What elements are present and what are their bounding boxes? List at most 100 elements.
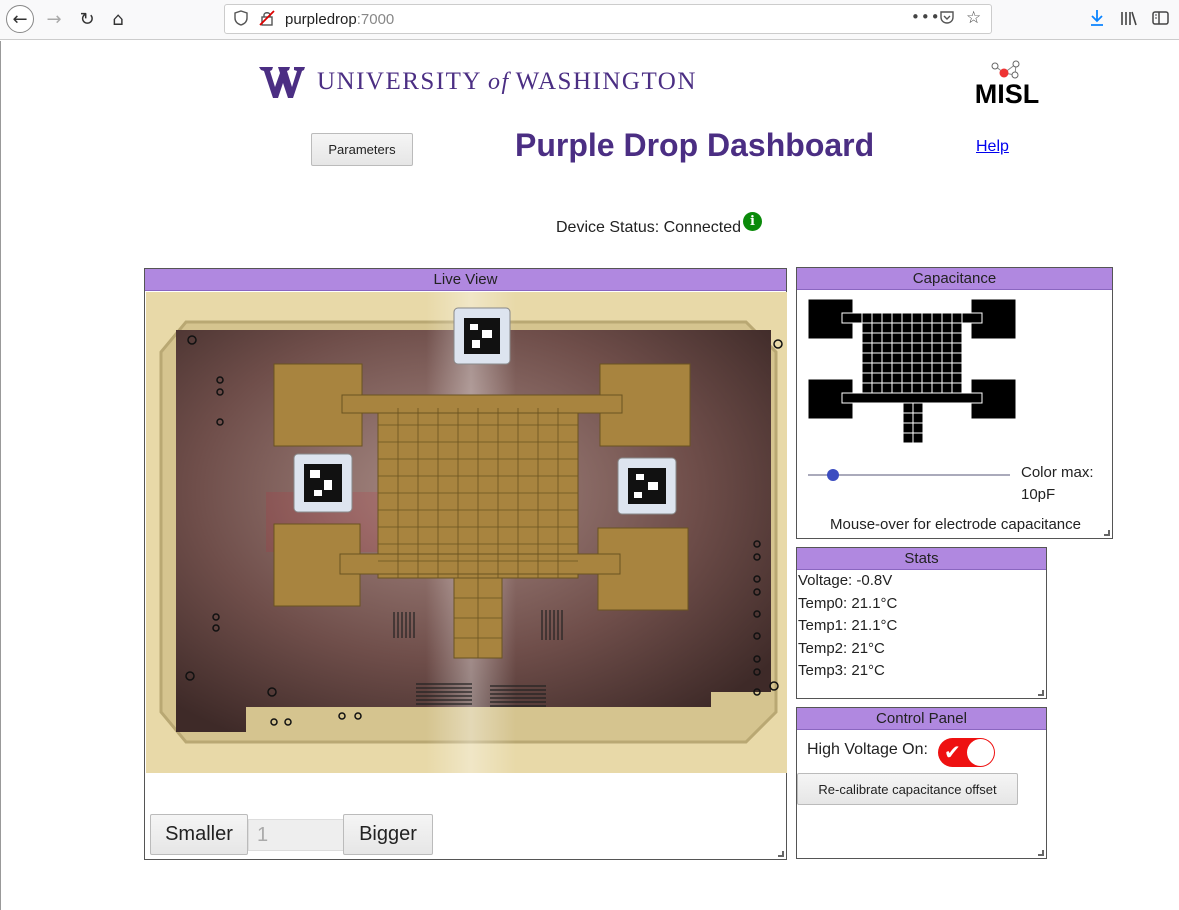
electrode-cell[interactable] — [911, 372, 923, 384]
bus-electrode[interactable] — [841, 392, 983, 404]
electrode-cell[interactable] — [871, 352, 883, 364]
electrode-cell[interactable] — [911, 322, 923, 334]
electrode-cell[interactable] — [951, 382, 963, 394]
electrode-cell[interactable] — [871, 372, 883, 384]
url-bar[interactable]: purpledrop:7000 ••• ☆ — [224, 4, 992, 34]
resize-handle-icon[interactable] — [1104, 530, 1110, 536]
parameters-button[interactable]: Parameters — [311, 133, 413, 166]
electrode-cell[interactable] — [941, 372, 953, 384]
electrode-cell[interactable] — [871, 362, 883, 374]
bigger-button[interactable]: Bigger — [343, 814, 433, 855]
electrode-cell[interactable] — [941, 322, 953, 334]
electrode-cell[interactable] — [921, 312, 933, 324]
electrode-cell[interactable] — [891, 312, 903, 324]
help-link[interactable]: Help — [976, 138, 1009, 156]
shield-icon[interactable] — [234, 10, 248, 30]
electrode-cell[interactable] — [902, 422, 914, 434]
electrode-cell[interactable] — [912, 402, 924, 414]
download-icon[interactable] — [1089, 9, 1105, 31]
back-icon[interactable]: ← — [6, 5, 34, 33]
resize-handle-icon[interactable] — [778, 851, 784, 857]
electrode-cell[interactable] — [951, 322, 963, 334]
electrode-cell[interactable] — [861, 372, 873, 384]
electrode-cell[interactable] — [941, 332, 953, 344]
color-max-slider[interactable] — [808, 465, 1010, 485]
electrode-cell[interactable] — [941, 342, 953, 354]
electrode-cell[interactable] — [931, 312, 943, 324]
electrode-cell[interactable] — [901, 322, 913, 334]
electrode-cell[interactable] — [881, 382, 893, 394]
insecure-lock-icon[interactable] — [259, 10, 275, 30]
electrode-cell[interactable] — [951, 362, 963, 374]
electrode-cell[interactable] — [901, 362, 913, 374]
electrode-cell[interactable] — [951, 332, 963, 344]
info-icon[interactable]: i — [743, 212, 762, 231]
electrode-cell[interactable] — [951, 352, 963, 364]
electrode-cell[interactable] — [911, 312, 923, 324]
home-icon[interactable]: ⌂ — [104, 5, 132, 33]
electrode-cell[interactable] — [921, 342, 933, 354]
smaller-button[interactable]: Smaller — [150, 814, 248, 855]
electrode-cell[interactable] — [931, 352, 943, 364]
electrode-cell[interactable] — [891, 322, 903, 334]
electrode-cell[interactable] — [881, 352, 893, 364]
star-icon[interactable]: ☆ — [966, 8, 981, 28]
recalibrate-button[interactable]: Re-calibrate capacitance offset — [797, 773, 1018, 805]
sidebar-icon[interactable] — [1152, 10, 1169, 30]
electrode-cell[interactable] — [861, 352, 873, 364]
electrode-cell[interactable] — [941, 312, 953, 324]
electrode-cell[interactable] — [911, 342, 923, 354]
electrode-cell[interactable] — [891, 352, 903, 364]
electrode-cell[interactable] — [871, 322, 883, 334]
electrode-cell[interactable] — [921, 362, 933, 374]
electrode-cell[interactable] — [931, 342, 943, 354]
electrode-cell[interactable] — [931, 362, 943, 374]
electrode-cell[interactable] — [941, 362, 953, 374]
electrode-cell[interactable] — [901, 312, 913, 324]
electrode-cell[interactable] — [921, 372, 933, 384]
electrode-cell[interactable] — [951, 342, 963, 354]
electrode-cell[interactable] — [931, 382, 943, 394]
resize-handle-icon[interactable] — [1038, 850, 1044, 856]
electrode-cell[interactable] — [891, 382, 903, 394]
electrode-cell[interactable] — [911, 362, 923, 374]
electrode-cell[interactable] — [941, 352, 953, 364]
electrode-cell[interactable] — [911, 332, 923, 344]
electrode-cell[interactable] — [902, 432, 914, 444]
electrode-cell[interactable] — [931, 372, 943, 384]
electrode-cell[interactable] — [941, 382, 953, 394]
electrode-cell[interactable] — [871, 332, 883, 344]
electrode-cell[interactable] — [881, 372, 893, 384]
forward-icon[interactable]: → — [40, 5, 68, 33]
electrode-cell[interactable] — [902, 412, 914, 424]
electrode-cell[interactable] — [921, 322, 933, 334]
electrode-cell[interactable] — [861, 322, 873, 334]
electrode-cell[interactable] — [912, 412, 924, 424]
electrode-cell[interactable] — [871, 312, 883, 324]
electrode-cell[interactable] — [901, 342, 913, 354]
electrode-cell[interactable] — [911, 382, 923, 394]
electrode-cell[interactable] — [881, 362, 893, 374]
reload-icon[interactable]: ↻ — [73, 5, 101, 33]
high-voltage-toggle[interactable]: ✔ — [938, 738, 995, 767]
electrode-cell[interactable] — [921, 332, 933, 344]
electrode-cell[interactable] — [861, 362, 873, 374]
electrode-capacitance-map[interactable] — [808, 299, 1020, 447]
electrode-cell[interactable] — [861, 382, 873, 394]
electrode-cell[interactable] — [911, 352, 923, 364]
electrode-cell[interactable] — [861, 332, 873, 344]
slider-thumb[interactable] — [827, 469, 839, 481]
electrode-cell[interactable] — [871, 382, 883, 394]
electrode-cell[interactable] — [901, 372, 913, 384]
electrode-cell[interactable] — [861, 312, 873, 324]
electrode-cell[interactable] — [901, 352, 913, 364]
electrode-cell[interactable] — [912, 422, 924, 434]
electrode-cell[interactable] — [921, 352, 933, 364]
electrode-cell[interactable] — [891, 342, 903, 354]
electrode-cell[interactable] — [891, 332, 903, 344]
library-icon[interactable] — [1120, 10, 1138, 30]
electrode-cell[interactable] — [912, 432, 924, 444]
more-icon[interactable]: ••• — [911, 8, 941, 26]
electrode-cell[interactable] — [931, 322, 943, 334]
electrode-cell[interactable] — [902, 402, 914, 414]
